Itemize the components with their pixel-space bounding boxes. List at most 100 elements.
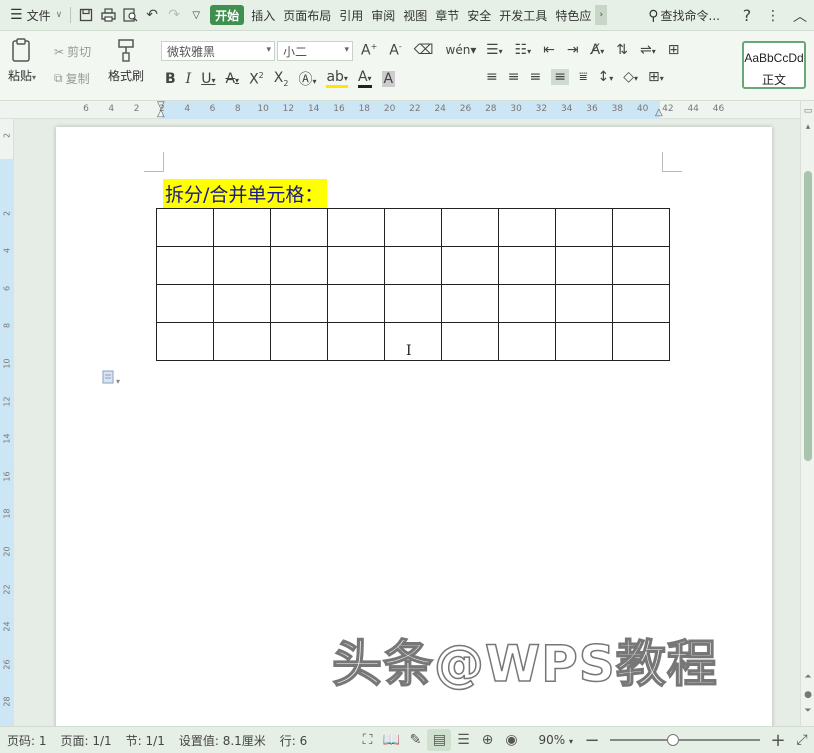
- table-cell[interactable]: [156, 208, 214, 247]
- help-icon[interactable]: ?: [734, 0, 760, 31]
- left-indent-marker[interactable]: ▽ △: [157, 101, 165, 119]
- font-color-icon[interactable]: A▾: [357, 70, 372, 88]
- align-right-icon[interactable]: ≡: [529, 69, 541, 85]
- table-cell[interactable]: [213, 322, 271, 361]
- table-border-icon[interactable]: ⊞: [668, 42, 680, 58]
- zoom-slider-knob[interactable]: [667, 734, 679, 746]
- table-cell[interactable]: [612, 246, 670, 285]
- bullet-list-icon[interactable]: ☰▾: [486, 42, 503, 58]
- collapse-ribbon-icon[interactable]: ︿: [786, 0, 814, 31]
- table-cell[interactable]: [156, 284, 214, 323]
- underline-icon[interactable]: U▾: [201, 71, 215, 87]
- table-cell[interactable]: [384, 322, 442, 361]
- table-cell[interactable]: [498, 284, 556, 323]
- status-page-no[interactable]: 页码: 1: [0, 732, 54, 749]
- align-left-icon[interactable]: ≡: [486, 69, 498, 85]
- fullscreen-icon[interactable]: ⛶: [355, 729, 379, 751]
- more-icon[interactable]: ⋮: [760, 0, 786, 31]
- table-cell[interactable]: [327, 246, 385, 285]
- table-cell[interactable]: [612, 284, 670, 323]
- outline-view-icon[interactable]: ☰: [451, 729, 475, 751]
- align-center-icon[interactable]: ≡: [508, 69, 520, 85]
- status-setting[interactable]: 设置值: 8.1厘米: [172, 732, 273, 749]
- web-view-icon[interactable]: ⊕: [475, 729, 499, 751]
- status-pages[interactable]: 页面: 1/1: [54, 732, 119, 749]
- table-cell[interactable]: [270, 246, 328, 285]
- table-cell[interactable]: [555, 322, 613, 361]
- next-page-icon[interactable]: ⏷: [802, 705, 814, 717]
- char-shading-icon[interactable]: A: [381, 71, 396, 87]
- tab-5[interactable]: 视图: [399, 0, 431, 31]
- format-painter-button[interactable]: 格式刷: [108, 37, 144, 84]
- heading-text[interactable]: 拆分/合并单元格：: [163, 179, 328, 208]
- undo-icon[interactable]: ↶: [141, 0, 163, 31]
- fit-page-icon[interactable]: ⤢: [790, 729, 814, 751]
- table-cell[interactable]: [156, 322, 214, 361]
- page-view-icon[interactable]: ▤: [427, 729, 452, 751]
- table-cell[interactable]: [327, 322, 385, 361]
- select-browse-icon[interactable]: ●: [802, 689, 814, 701]
- table-cell[interactable]: [612, 208, 670, 247]
- horizontal-ruler[interactable]: 6 4 2 2 4 6 8 10 12 14 16 18 20 22 24 26 28 30 32 34 36 38 40 4…: [0, 101, 814, 119]
- zoom-in-icon[interactable]: +: [766, 729, 790, 751]
- numbered-list-icon[interactable]: ☷▾: [515, 42, 532, 58]
- redo-icon[interactable]: ↷: [163, 0, 185, 31]
- status-line[interactable]: 行: 6: [273, 732, 315, 749]
- print-preview-icon[interactable]: [119, 0, 141, 31]
- line-spacing-icon[interactable]: ↕▾: [597, 69, 613, 85]
- justify-icon[interactable]: ≡: [551, 69, 569, 85]
- table-cell[interactable]: [213, 246, 271, 285]
- split-view-icon[interactable]: ▭: [802, 105, 814, 117]
- table-cell[interactable]: [441, 208, 499, 247]
- table-cell[interactable]: [555, 284, 613, 323]
- table-cell[interactable]: [213, 284, 271, 323]
- status-section[interactable]: 节: 1/1: [119, 732, 172, 749]
- scroll-up-icon[interactable]: ▴: [802, 121, 814, 133]
- document-table[interactable]: [156, 208, 670, 361]
- table-cell[interactable]: [612, 322, 670, 361]
- superscript-icon[interactable]: X2: [249, 71, 264, 88]
- tab-8[interactable]: 开发工具: [495, 0, 551, 31]
- paragraph-mark-icon[interactable]: ⇌▾: [640, 42, 656, 58]
- clear-format-icon[interactable]: ⌫: [414, 42, 434, 58]
- copy-button[interactable]: ⧉ 复制: [54, 70, 90, 87]
- style-normal[interactable]: AaBbCcDd 正文: [742, 41, 806, 89]
- tab-2[interactable]: 页面布局: [279, 0, 335, 31]
- increase-indent-icon[interactable]: ⇥: [567, 42, 579, 58]
- scrollbar-thumb[interactable]: [804, 171, 812, 461]
- table-cell[interactable]: [213, 208, 271, 247]
- tab-4[interactable]: 审阅: [367, 0, 399, 31]
- subscript-icon[interactable]: X2: [274, 70, 289, 88]
- table-cell[interactable]: [327, 284, 385, 323]
- sort-icon[interactable]: ⇅: [616, 42, 628, 58]
- vertical-scrollbar[interactable]: ▭ ▴ ⏶ ● ⏷: [800, 101, 814, 726]
- tab-1[interactable]: 插入: [247, 0, 279, 31]
- table-cell[interactable]: [327, 208, 385, 247]
- font-name-select[interactable]: 微软雅黑 ▾: [161, 41, 275, 61]
- tab-6[interactable]: 章节: [431, 0, 463, 31]
- text-direction-icon[interactable]: A̸▾: [591, 42, 605, 58]
- command-search[interactable]: ⚲ 查找命令...: [644, 0, 724, 31]
- tabs-scroll-right-icon[interactable]: ›: [595, 5, 608, 25]
- table-cell[interactable]: [498, 246, 556, 285]
- text-effect-icon[interactable]: Ⓐ▾: [298, 69, 316, 89]
- table-cell[interactable]: [384, 284, 442, 323]
- file-menu[interactable]: ☰ 文件 ∨: [0, 0, 66, 31]
- table-cell[interactable]: [384, 208, 442, 247]
- quick-access-dropdown-icon[interactable]: ▽: [185, 0, 207, 31]
- grow-font-icon[interactable]: A+: [361, 42, 377, 59]
- print-icon[interactable]: [97, 0, 119, 31]
- paste-options-icon[interactable]: ▾: [102, 370, 120, 388]
- pinyin-guide-icon[interactable]: wén▾: [446, 43, 477, 57]
- decrease-indent-icon[interactable]: ⇤: [543, 42, 555, 58]
- right-indent-marker[interactable]: △: [655, 107, 663, 118]
- zoom-out-icon[interactable]: −: [580, 729, 604, 751]
- zoom-slider[interactable]: [610, 734, 760, 746]
- shrink-font-icon[interactable]: A-: [389, 42, 401, 59]
- table-cell[interactable]: [498, 322, 556, 361]
- tab-0[interactable]: 开始: [210, 5, 245, 25]
- table-cell[interactable]: [384, 246, 442, 285]
- shading-icon[interactable]: ◇▾: [623, 69, 638, 85]
- borders-icon[interactable]: ⊞▾: [648, 69, 664, 85]
- zoom-select[interactable]: 90% ▾: [531, 733, 580, 747]
